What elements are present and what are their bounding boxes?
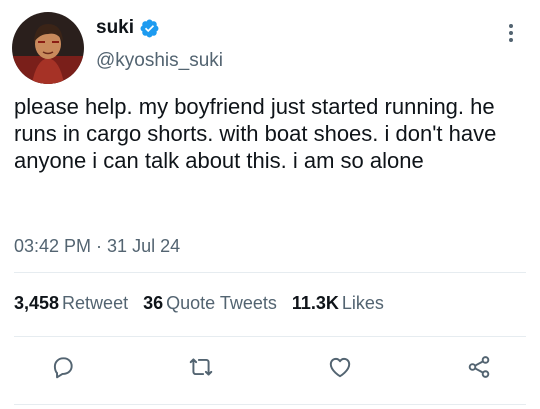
like-button[interactable] — [327, 354, 353, 380]
display-name[interactable]: suki — [96, 17, 134, 39]
share-button[interactable] — [466, 354, 492, 380]
divider — [14, 336, 526, 337]
divider — [14, 272, 526, 273]
reply-button[interactable] — [50, 354, 76, 380]
quote-tweets-stat[interactable]: 36 Quote Tweets — [143, 293, 277, 314]
reply-icon — [53, 357, 73, 379]
handle[interactable]: @kyoshis_suki — [96, 50, 223, 72]
quotes-label: Quote Tweets — [166, 293, 277, 313]
share-icon — [468, 356, 490, 378]
avatar[interactable] — [12, 12, 84, 84]
verified-badge-icon — [140, 19, 159, 37]
retweet-icon — [189, 358, 213, 376]
quotes-count: 36 — [143, 293, 164, 313]
like-icon — [329, 357, 351, 378]
likes-count: 11.3K — [291, 293, 339, 313]
action-bar — [0, 354, 540, 384]
divider — [14, 404, 526, 405]
likes-stat[interactable]: 11.3K Likes — [292, 293, 384, 314]
more-options-icon[interactable] — [504, 22, 518, 46]
retweet-button[interactable] — [188, 354, 214, 380]
retweets-count: 3,458 — [14, 293, 60, 313]
retweets-stat[interactable]: 3,458 Retweet — [14, 293, 128, 314]
tweet-text: please help. my boyfriend just started r… — [14, 94, 497, 173]
timestamp[interactable]: 03:42 PM · 31 Jul 24 — [14, 236, 180, 257]
likes-label: Likes — [341, 293, 384, 313]
engagement-stats: 3,458 Retweet 36 Quote Tweets 11.3K Likes — [14, 293, 399, 314]
retweets-label: Retweet — [62, 293, 129, 313]
